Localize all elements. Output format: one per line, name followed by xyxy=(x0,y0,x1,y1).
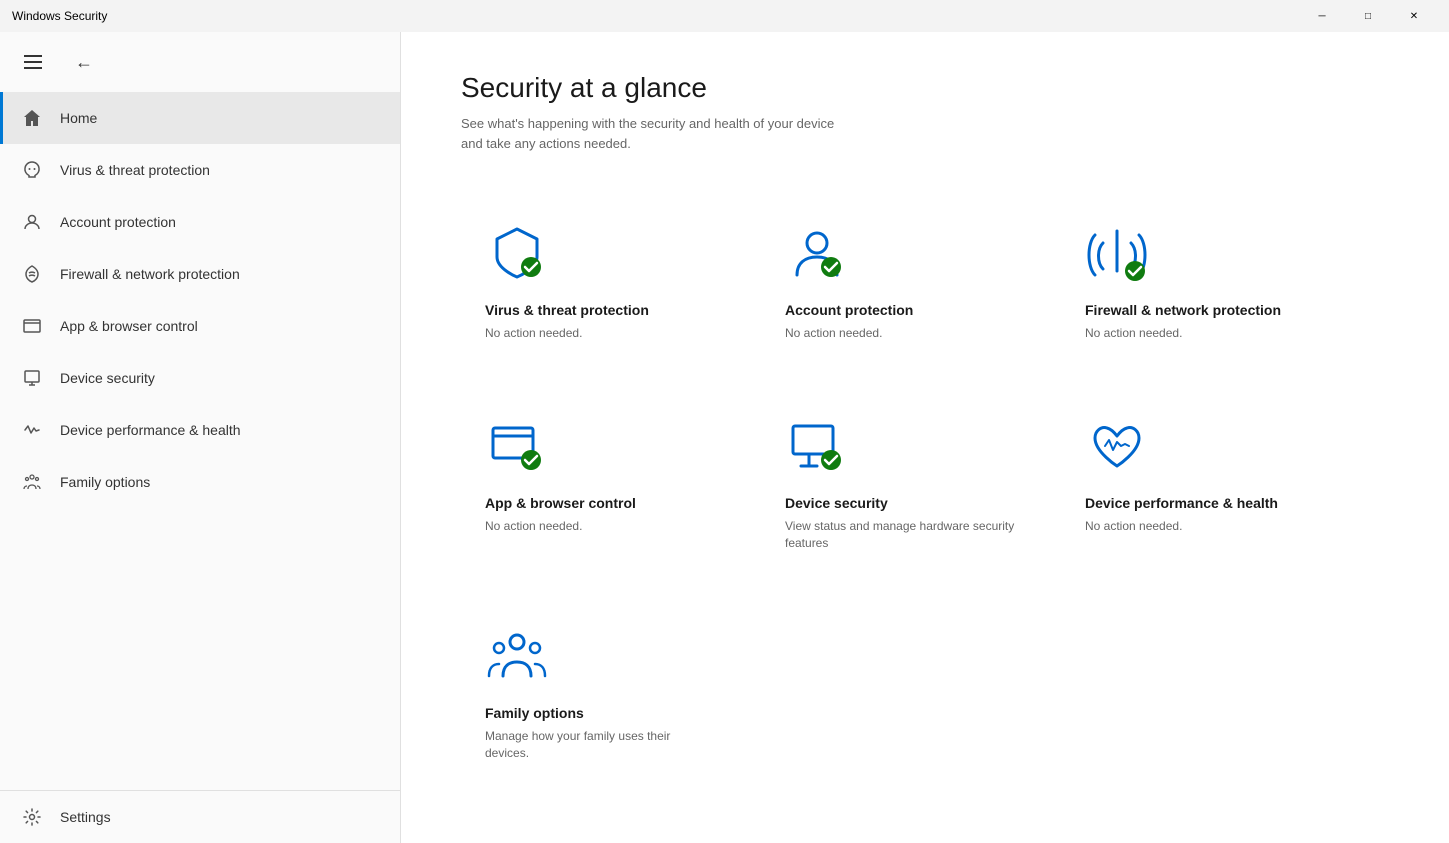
card-virus-title: Virus & threat protection xyxy=(485,301,717,319)
card-firewall-icon-area xyxy=(1085,221,1317,285)
card-app-browser-icon-area xyxy=(485,414,717,478)
card-family-icon-area xyxy=(485,624,717,688)
card-virus[interactable]: Virus & threat protection No action need… xyxy=(461,193,741,366)
sidebar-bottom: Settings xyxy=(0,790,400,843)
back-arrow-icon: ← xyxy=(75,52,93,73)
device-health-icon xyxy=(20,418,44,442)
sidebar-item-device-security-label: Device security xyxy=(60,370,155,386)
titlebar: Windows Security ─ □ ✕ xyxy=(0,0,1449,32)
sidebar-item-account-label: Account protection xyxy=(60,214,176,230)
sidebar-item-home-label: Home xyxy=(60,110,97,126)
main-window: ← Home Virus & threat protection xyxy=(0,32,1449,843)
sidebar-item-settings-label: Settings xyxy=(60,809,111,825)
card-device-security-icon-area xyxy=(785,414,1017,478)
card-device-health-icon-area xyxy=(1085,414,1317,478)
card-device-health-title: Device performance & health xyxy=(1085,494,1317,512)
maximize-button[interactable]: □ xyxy=(1345,0,1391,32)
card-app-browser-desc: No action needed. xyxy=(485,518,717,535)
sidebar-item-settings[interactable]: Settings xyxy=(0,790,400,843)
hamburger-button[interactable] xyxy=(16,47,50,77)
sidebar-item-account[interactable]: Account protection xyxy=(0,196,400,248)
titlebar-controls: ─ □ ✕ xyxy=(1299,0,1437,32)
family-icon xyxy=(20,470,44,494)
card-firewall-title: Firewall & network protection xyxy=(1085,301,1317,319)
firewall-icon xyxy=(20,262,44,286)
sidebar-item-virus[interactable]: Virus & threat protection xyxy=(0,144,400,196)
close-button[interactable]: ✕ xyxy=(1391,0,1437,32)
settings-icon xyxy=(20,805,44,829)
sidebar-item-firewall-label: Firewall & network protection xyxy=(60,266,240,282)
page-title: Security at a glance xyxy=(461,72,1389,104)
sidebar-item-app-browser-label: App & browser control xyxy=(60,318,198,334)
device-security-icon xyxy=(20,366,44,390)
card-app-browser[interactable]: App & browser control No action needed. xyxy=(461,386,741,576)
card-device-health[interactable]: Device performance & health No action ne… xyxy=(1061,386,1341,576)
sidebar-item-virus-label: Virus & threat protection xyxy=(60,162,210,178)
card-device-security-title: Device security xyxy=(785,494,1017,512)
card-firewall[interactable]: Firewall & network protection No action … xyxy=(1061,193,1341,366)
card-virus-desc: No action needed. xyxy=(485,325,717,342)
card-device-security-desc: View status and manage hardware security… xyxy=(785,518,1017,552)
sidebar-item-home[interactable]: Home xyxy=(0,92,400,144)
card-account-desc: No action needed. xyxy=(785,325,1017,342)
card-family-desc: Manage how your family uses their device… xyxy=(485,728,717,762)
sidebar-item-family-label: Family options xyxy=(60,474,150,490)
account-icon xyxy=(20,210,44,234)
back-button[interactable]: ← xyxy=(66,44,102,80)
card-account[interactable]: Account protection No action needed. xyxy=(761,193,1041,366)
hamburger-line-3 xyxy=(24,67,42,69)
hamburger-line-1 xyxy=(24,55,42,57)
cards-grid: Virus & threat protection No action need… xyxy=(461,193,1389,786)
sidebar-item-family[interactable]: Family options xyxy=(0,456,400,508)
sidebar-item-firewall[interactable]: Firewall & network protection xyxy=(0,248,400,300)
card-device-security[interactable]: Device security View status and manage h… xyxy=(761,386,1041,576)
card-account-icon-area xyxy=(785,221,1017,285)
titlebar-title: Windows Security xyxy=(12,9,1299,23)
page-subtitle: See what's happening with the security a… xyxy=(461,114,1389,153)
virus-icon xyxy=(20,158,44,182)
sidebar-top: ← xyxy=(0,32,400,92)
app-browser-icon xyxy=(20,314,44,338)
card-account-title: Account protection xyxy=(785,301,1017,319)
content-area: Security at a glance See what's happenin… xyxy=(401,32,1449,843)
card-family-title: Family options xyxy=(485,704,717,722)
sidebar: ← Home Virus & threat protection xyxy=(0,32,401,843)
card-family[interactable]: Family options Manage how your family us… xyxy=(461,596,741,786)
hamburger-line-2 xyxy=(24,61,42,63)
sidebar-item-device-security[interactable]: Device security xyxy=(0,352,400,404)
sidebar-item-app-browser[interactable]: App & browser control xyxy=(0,300,400,352)
home-icon xyxy=(20,106,44,130)
sidebar-item-device-health-label: Device performance & health xyxy=(60,422,241,438)
card-virus-icon-area xyxy=(485,221,717,285)
minimize-button[interactable]: ─ xyxy=(1299,0,1345,32)
card-device-health-desc: No action needed. xyxy=(1085,518,1317,535)
sidebar-item-device-health[interactable]: Device performance & health xyxy=(0,404,400,456)
card-firewall-desc: No action needed. xyxy=(1085,325,1317,342)
card-app-browser-title: App & browser control xyxy=(485,494,717,512)
